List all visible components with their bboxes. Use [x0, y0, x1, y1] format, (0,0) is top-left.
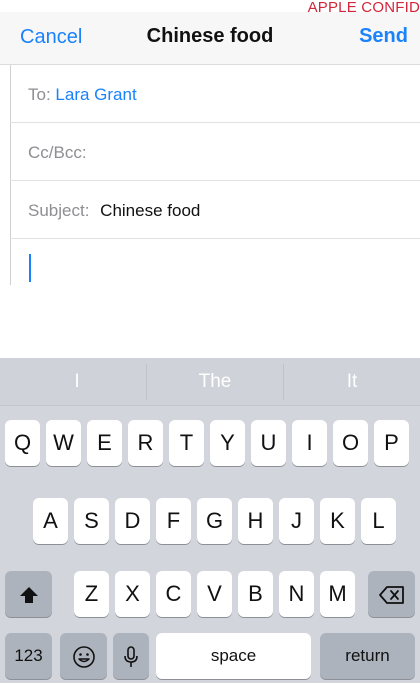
page-title: Chinese food — [146, 25, 274, 47]
key-l[interactable]: L — [361, 498, 396, 544]
key-u[interactable]: U — [251, 420, 286, 466]
key-o[interactable]: O — [333, 420, 368, 466]
key-g[interactable]: G — [197, 498, 232, 544]
dictation-key[interactable] — [113, 633, 149, 679]
key-e[interactable]: E — [87, 420, 122, 466]
key-t[interactable]: T — [169, 420, 204, 466]
key-h[interactable]: H — [238, 498, 273, 544]
key-p[interactable]: P — [374, 420, 409, 466]
emoji-icon — [72, 646, 95, 668]
key-w[interactable]: W — [46, 420, 81, 466]
return-key[interactable]: return — [320, 633, 415, 679]
subject-label: Subject: Chinese food — [28, 201, 201, 220]
key-c[interactable]: C — [156, 571, 191, 617]
key-q[interactable]: Q — [5, 420, 40, 466]
key-n[interactable]: N — [279, 571, 314, 617]
to-field[interactable]: To: Lara Grant — [10, 65, 420, 123]
key-b[interactable]: B — [238, 571, 273, 617]
key-m[interactable]: M — [320, 571, 355, 617]
key-s[interactable]: S — [74, 498, 109, 544]
suggestion-1[interactable]: I — [8, 358, 146, 405]
key-j[interactable]: J — [279, 498, 314, 544]
suggestion-bar: I The It — [0, 358, 420, 406]
send-button[interactable]: Send — [359, 25, 408, 48]
to-label: To: Lara Grant — [28, 85, 137, 104]
keyboard: I The It Q W E R T Y U I O P A S D F G H… — [0, 358, 420, 683]
key-i[interactable]: I — [292, 420, 327, 466]
ccbcc-label: Cc/Bcc: — [28, 143, 87, 162]
ccbcc-field[interactable]: Cc/Bcc: — [10, 123, 420, 181]
key-a[interactable]: A — [33, 498, 68, 544]
nav-bar: Cancel Chinese food Send — [0, 12, 420, 65]
key-r[interactable]: R — [128, 420, 163, 466]
key-v[interactable]: V — [197, 571, 232, 617]
subject-value: Chinese food — [100, 201, 201, 220]
key-k[interactable]: K — [320, 498, 355, 544]
shift-key[interactable] — [5, 571, 52, 617]
shift-icon — [19, 587, 38, 604]
backspace-icon — [378, 586, 404, 605]
emoji-key[interactable] — [60, 633, 107, 679]
key-f[interactable]: F — [156, 498, 191, 544]
key-d[interactable]: D — [115, 498, 150, 544]
subject-field[interactable]: Subject: Chinese food — [10, 181, 420, 239]
numbers-key[interactable]: 123 — [5, 633, 52, 679]
delete-key[interactable] — [368, 571, 415, 617]
key-x[interactable]: X — [115, 571, 150, 617]
key-z[interactable]: Z — [74, 571, 109, 617]
body-text-cursor[interactable] — [29, 254, 31, 282]
key-y[interactable]: Y — [210, 420, 245, 466]
suggestion-3[interactable]: It — [284, 358, 420, 405]
suggestion-2[interactable]: The — [147, 358, 283, 405]
space-key[interactable]: space — [156, 633, 311, 679]
recipient-token[interactable]: Lara Grant — [55, 85, 136, 104]
microphone-icon — [124, 646, 138, 668]
